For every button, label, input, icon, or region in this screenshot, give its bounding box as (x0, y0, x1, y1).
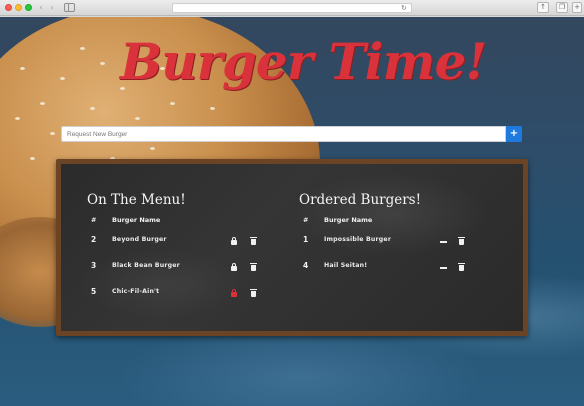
burger-id: 1 (303, 235, 309, 244)
remove-dash-icon[interactable] (440, 267, 447, 269)
chalkboard-frame: On The Menu! # Burger Name 2 Beyond Burg… (56, 159, 528, 336)
burger-id: 2 (91, 235, 97, 244)
trash-icon[interactable] (250, 289, 257, 297)
burger-name: Impossible Burger (324, 236, 392, 243)
share-icon[interactable]: ↑ (537, 2, 549, 13)
address-bar[interactable] (172, 3, 412, 13)
ordered-heading: Ordered Burgers! (299, 192, 422, 208)
burger-name: Black Bean Burger (112, 262, 180, 269)
minimize-window-button[interactable] (15, 4, 22, 11)
back-icon[interactable]: ‹ (36, 3, 46, 13)
browser-toolbar: ‹ › ↻ ↑ ❐ + (0, 0, 584, 16)
order-lock-icon[interactable] (231, 263, 237, 271)
burger-id: 4 (303, 261, 309, 270)
close-window-button[interactable] (5, 4, 12, 11)
ordered-col-name: Burger Name (324, 216, 373, 224)
burger-id: 5 (91, 287, 97, 296)
trash-icon[interactable] (458, 263, 465, 271)
chalkboard: On The Menu! # Burger Name 2 Beyond Burg… (61, 164, 523, 331)
add-burger-button[interactable]: + (506, 126, 522, 142)
new-tab-icon[interactable]: + (572, 2, 582, 13)
menu-col-number: # (91, 216, 97, 224)
burger-name: Beyond Burger (112, 236, 167, 243)
order-lock-icon[interactable] (231, 289, 237, 297)
trash-icon[interactable] (458, 237, 465, 245)
tabs-overview-icon[interactable]: ❐ (556, 2, 568, 13)
zoom-window-button[interactable] (25, 4, 32, 11)
page-title: Burger Time! (120, 32, 487, 91)
menu-heading: On The Menu! (87, 192, 186, 208)
request-burger-input[interactable] (61, 126, 506, 142)
burger-id: 3 (91, 261, 97, 270)
remove-dash-icon[interactable] (440, 241, 447, 243)
burger-name: Chic-Fil-Ain't (112, 288, 160, 295)
menu-col-name: Burger Name (112, 216, 161, 224)
trash-icon[interactable] (250, 237, 257, 245)
burger-name: Hail Seitan! (324, 262, 368, 269)
trash-icon[interactable] (250, 263, 257, 271)
order-lock-icon[interactable] (231, 237, 237, 245)
ordered-col-number: # (303, 216, 309, 224)
reload-icon[interactable]: ↻ (401, 3, 407, 13)
forward-icon[interactable]: › (47, 3, 57, 13)
sidebar-toggle-icon[interactable] (64, 3, 75, 12)
